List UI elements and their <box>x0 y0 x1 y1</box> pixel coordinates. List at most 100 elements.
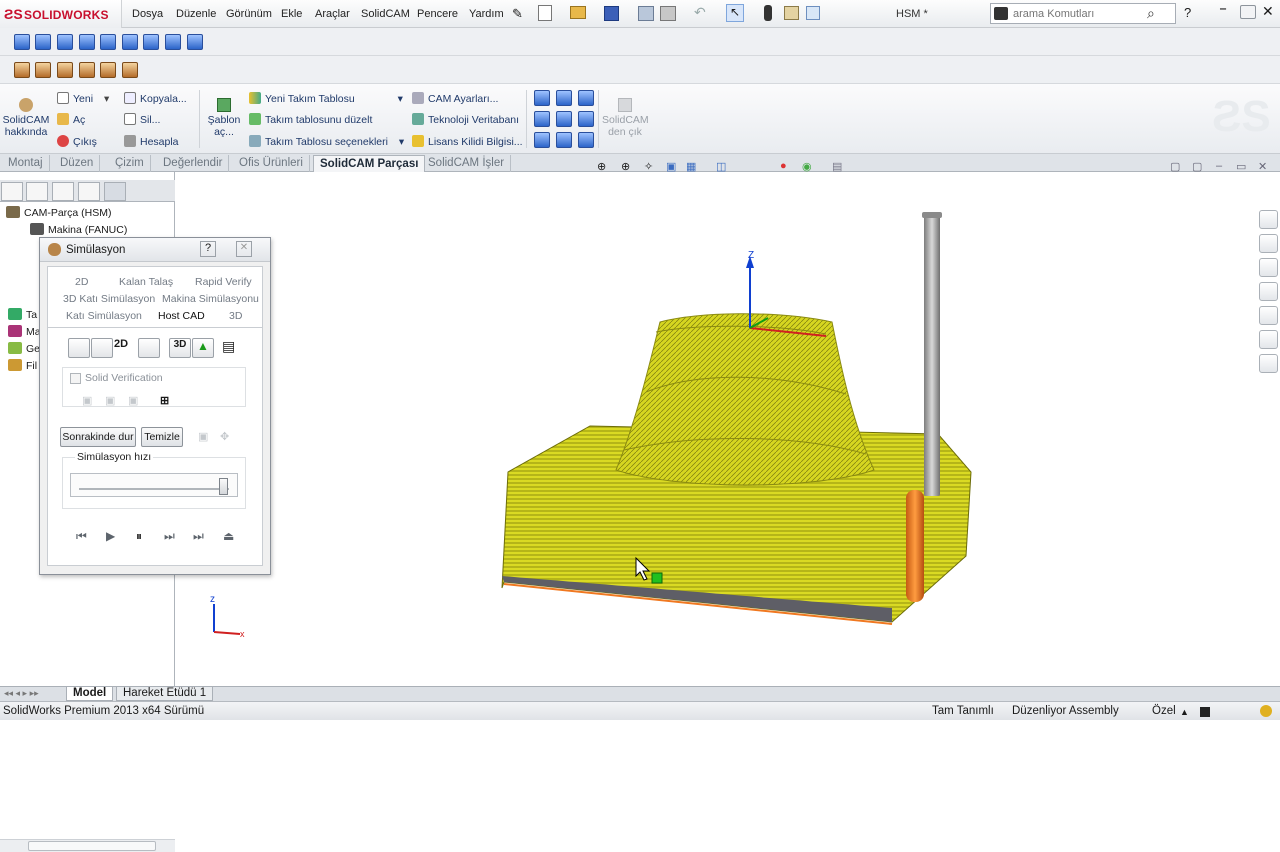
stock-display-icon[interactable] <box>68 338 90 358</box>
operation-icon-4[interactable] <box>79 34 95 50</box>
appearance-icon[interactable]: ● <box>780 160 787 172</box>
cam-op-icon-8[interactable] <box>556 132 572 148</box>
tab-motion-study-1[interactable]: Hareket Etüdü 1 <box>116 687 214 701</box>
viewport-tile-icon[interactable]: ▢ <box>1170 160 1180 173</box>
rebuild-status-icon[interactable] <box>1260 705 1272 717</box>
operation-icon-2[interactable] <box>35 34 51 50</box>
edit-tool-table-button[interactable]: Takım tablosunu düzelt <box>249 113 372 126</box>
new-document-icon[interactable] <box>538 5 552 21</box>
tool-icon-2[interactable] <box>35 62 51 78</box>
help-icon[interactable]: ? <box>200 241 216 257</box>
tab-3d[interactable]: 3D <box>229 310 242 322</box>
tree-item-tools[interactable]: Ta <box>8 308 37 321</box>
file-properties-icon[interactable] <box>784 6 799 20</box>
menu-duzenle[interactable]: Düzenle <box>176 8 216 20</box>
tool-path-icon[interactable]: ▲ <box>192 338 214 358</box>
search-input[interactable] <box>1013 6 1143 21</box>
dropdown-arrow-icon[interactable]: ▾ <box>399 136 404 148</box>
solidcam-manager-tab-icon[interactable] <box>1 182 23 201</box>
slider-thumb[interactable] <box>219 478 229 495</box>
tool-icon-1[interactable] <box>14 62 30 78</box>
tab-rapid-verify[interactable]: Rapid Verify <box>195 276 252 288</box>
simulation-dialog-header[interactable]: Simülasyon ? ✕ <box>40 238 270 262</box>
cam-op-icon-5[interactable] <box>556 111 572 127</box>
graphics-viewport[interactable]: Z z x ⊕ ⊕ ✧ ▣ ▦ ◫ ● ◉ ▤ ▢ ▢ ‒ ▭ ✕ <box>176 160 1280 686</box>
undo-icon[interactable]: ↶ <box>694 4 706 21</box>
dropdown-arrow-icon[interactable]: ▾ <box>104 93 109 105</box>
pin-icon[interactable]: ✎ <box>512 6 523 22</box>
cam-op-icon-1[interactable] <box>534 90 550 106</box>
close-icon[interactable]: ✕ <box>236 241 252 257</box>
exit-solidcam-button[interactable]: SolidCAM den çık <box>602 98 649 138</box>
zoom-to-fit-icon[interactable]: ⊕ <box>597 160 606 173</box>
cam-manager-tab-icon[interactable] <box>104 182 126 201</box>
file-explorer-icon[interactable] <box>1259 282 1278 301</box>
restore-button[interactable] <box>1240 5 1256 19</box>
cam-op-icon-7[interactable] <box>534 132 550 148</box>
operation-icon-7[interactable] <box>143 34 159 50</box>
home-icon[interactable] <box>1259 234 1278 253</box>
stop-next-button[interactable]: Sonrakinde dur <box>60 427 136 447</box>
about-solidcam-button[interactable]: SolidCAM hakkında <box>2 98 50 138</box>
table-view-icon[interactable]: ▤ <box>222 338 244 358</box>
menu-solidcam[interactable]: SolidCAM <box>361 8 410 20</box>
previous-view-icon[interactable]: ✧ <box>644 160 653 173</box>
print-icon[interactable] <box>638 6 654 21</box>
tree-item-fixtures[interactable]: Fil <box>8 359 37 372</box>
pause-icon[interactable]: ⏸ <box>136 529 142 544</box>
select-arrow-icon[interactable]: ↖ <box>726 4 744 22</box>
viewport-close-icon[interactable]: ✕ <box>1258 160 1267 173</box>
tree-machine[interactable]: Makina (FANUC) <box>30 223 127 236</box>
tab-2d[interactable]: 2D <box>75 276 88 288</box>
calculate-button[interactable]: Hesapla <box>124 135 179 148</box>
tree-root[interactable]: CAM-Parça (HSM) <box>6 206 112 219</box>
target-display-icon[interactable] <box>91 338 113 358</box>
print-preview-icon[interactable] <box>660 6 676 21</box>
eject-icon[interactable]: ⏏ <box>223 529 234 543</box>
tab-duzen[interactable]: Düzen <box>54 155 101 172</box>
tool-icon-4[interactable] <box>79 62 95 78</box>
tab-cizim[interactable]: Çizim <box>109 155 151 172</box>
close-button[interactable]: ✕ <box>1262 3 1278 19</box>
settings-gray-icon[interactable]: ✥ <box>220 430 229 443</box>
play-icon[interactable]: ▶ <box>106 529 115 543</box>
tab-degerlendir[interactable]: Değerlendir <box>157 155 230 172</box>
operation-icon-3[interactable] <box>57 34 73 50</box>
solidworks-logo[interactable]: ƧS SOLIDWORKS <box>0 0 122 28</box>
copy-gray-icon[interactable]: ▣ <box>198 430 208 443</box>
viewport-minimize-icon[interactable]: ‒ <box>1216 160 1222 172</box>
solidworks-resources-icon[interactable] <box>1259 210 1278 229</box>
cam-settings-button[interactable]: CAM Ayarları... <box>412 92 498 105</box>
cam-op-icon-6[interactable] <box>578 111 594 127</box>
menu-dosya[interactable]: Dosya <box>132 8 163 20</box>
menu-araclar[interactable]: Araçlar <box>315 8 350 20</box>
section-view-icon[interactable]: ▣ <box>666 160 676 173</box>
delete-button[interactable]: Sil... <box>124 113 160 126</box>
tree-item-machining[interactable]: Ma <box>8 325 41 338</box>
menu-pencere[interactable]: Pencere <box>417 8 458 20</box>
tab-host-cad[interactable]: Host CAD <box>158 310 205 322</box>
skip-to-end-icon[interactable]: ⏭ <box>193 529 204 544</box>
tree-horizontal-scrollbar[interactable] <box>0 839 175 852</box>
units-arrow-icon[interactable]: ▲ <box>1180 707 1189 717</box>
operation-icon-1[interactable] <box>14 34 30 50</box>
copy-button[interactable]: Kopyala... <box>124 92 187 105</box>
tab-solid-simulation[interactable]: Katı Simülasyon <box>66 310 142 322</box>
menu-ekle[interactable]: Ekle <box>281 8 302 20</box>
cam-op-icon-3[interactable] <box>578 90 594 106</box>
new-button[interactable]: Yeni ▾ <box>57 92 109 105</box>
operation-icon-5[interactable] <box>100 34 116 50</box>
custom-properties-icon[interactable] <box>1259 354 1278 373</box>
scene-icon[interactable]: ◉ <box>802 160 812 173</box>
verify-icon-4[interactable]: ⊞ <box>160 394 169 407</box>
cam-op-icon-9[interactable] <box>578 132 594 148</box>
tab-solidcam-isler[interactable]: SolidCAM İşler <box>422 155 512 172</box>
2d-view-icon[interactable]: 2D <box>114 338 136 358</box>
display-manager-tab-icon[interactable] <box>78 182 100 201</box>
operation-icon-6[interactable] <box>122 34 138 50</box>
cam-op-icon-2[interactable] <box>556 90 572 106</box>
options-icon[interactable] <box>806 6 820 20</box>
appearances-icon[interactable] <box>1259 330 1278 349</box>
exit-button[interactable]: Çıkış <box>57 135 97 148</box>
verify-icon-1[interactable]: ▣ <box>82 394 92 407</box>
